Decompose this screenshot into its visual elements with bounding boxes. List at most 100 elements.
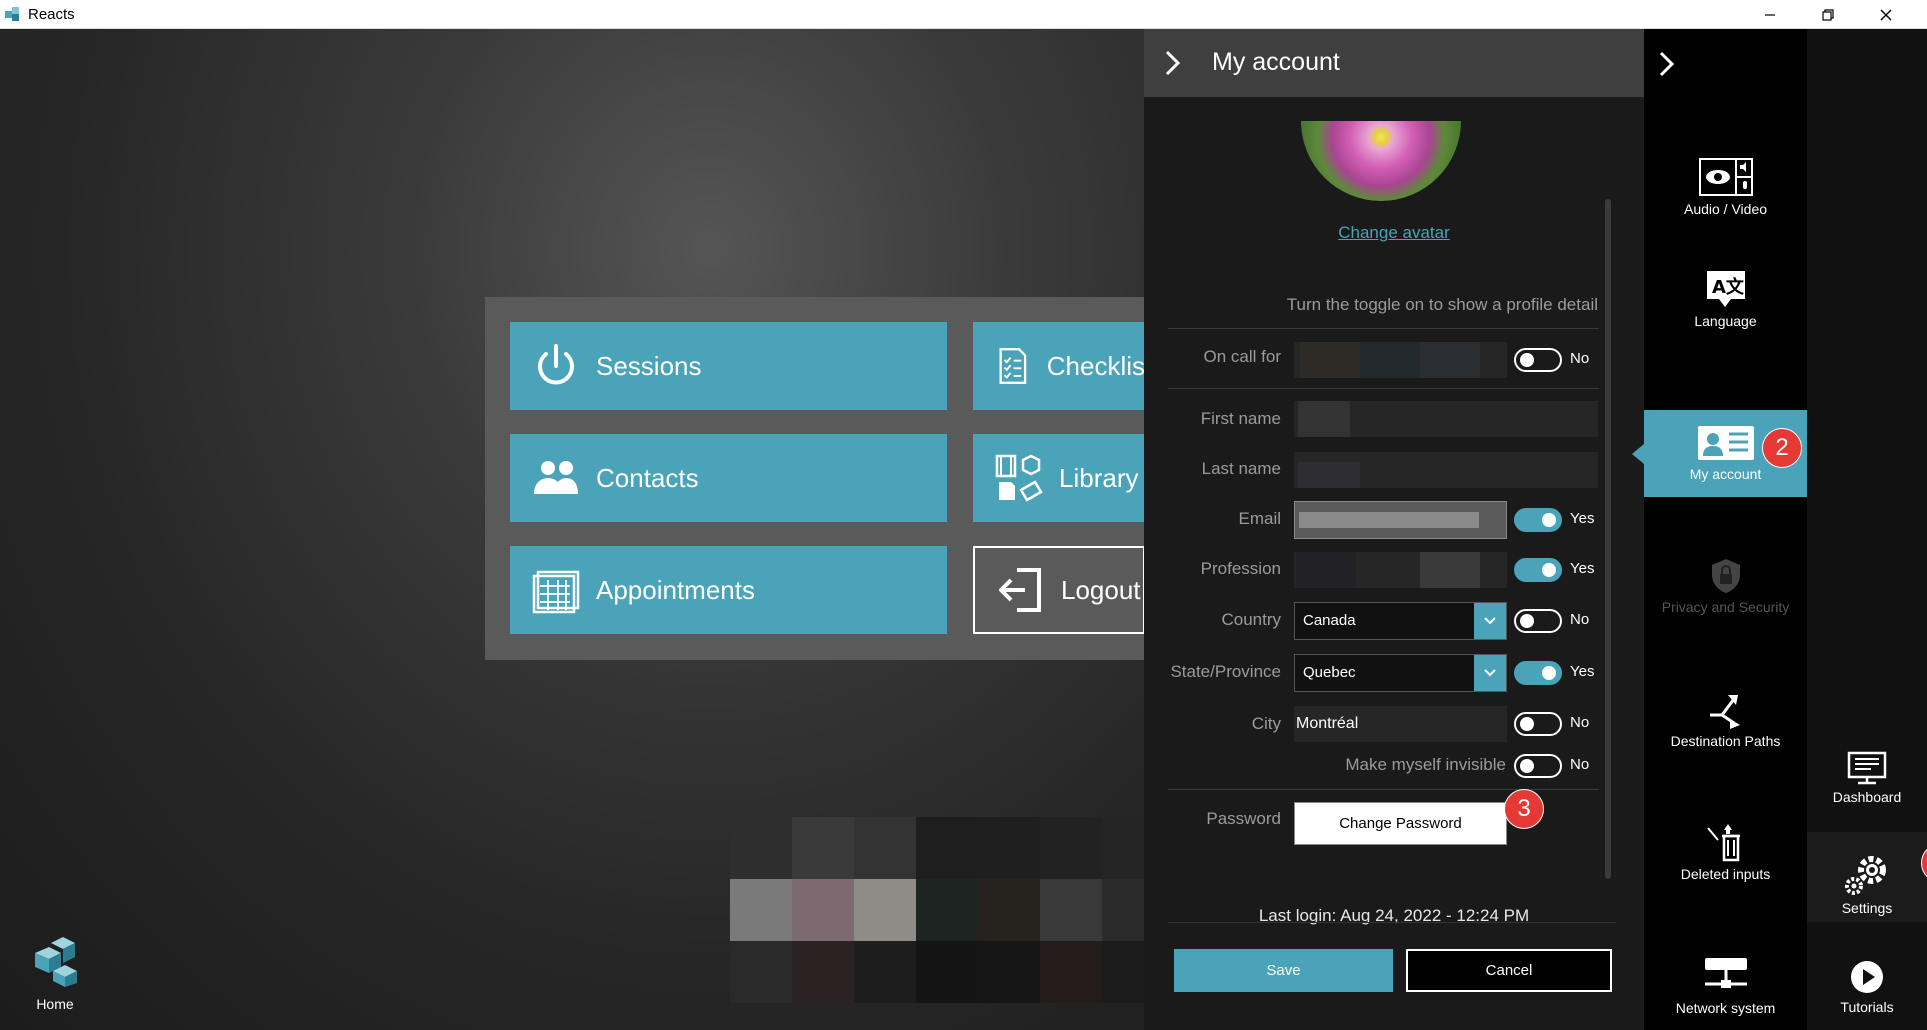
city-toggle[interactable] (1514, 712, 1562, 736)
divider (1168, 789, 1599, 790)
step-badge-3: 3 (1504, 789, 1544, 829)
country-select[interactable]: Canada (1294, 602, 1507, 640)
settings-item-label: Network system (1675, 1000, 1776, 1016)
state-label: State/Province (1170, 662, 1281, 681)
power-icon (538, 344, 574, 385)
monitor-icon (1847, 751, 1887, 785)
nav-label: Dashboard (1832, 789, 1902, 805)
avatar (1301, 121, 1461, 201)
invisible-toggle-state: No (1570, 756, 1590, 773)
cancel-button[interactable]: Cancel (1406, 949, 1612, 992)
checklist-icon (999, 348, 1027, 384)
profession-toggle-state: Yes (1570, 560, 1595, 577)
app-title: Reacts (28, 6, 75, 23)
city-label: City (1251, 714, 1281, 733)
active-pointer-icon (1632, 444, 1644, 464)
svg-text:A文: A文 (1712, 276, 1745, 298)
email-field[interactable] (1294, 501, 1507, 539)
settings-item-deleted-inputs[interactable]: Deleted inputs (1644, 822, 1807, 902)
state-select[interactable]: Quebec (1294, 654, 1507, 692)
country-toggle[interactable] (1514, 609, 1562, 633)
divider (1168, 388, 1599, 389)
shield-lock-icon (1711, 559, 1740, 593)
home-button[interactable]: Home (20, 935, 90, 1015)
tile-contacts[interactable]: Contacts (510, 434, 947, 522)
settings-item-language[interactable]: A文 Language (1644, 269, 1807, 349)
tile-label: Sessions (596, 350, 702, 381)
restore-button[interactable] (1799, 0, 1857, 29)
video-preview-blurred (730, 817, 1184, 1003)
last-name-field[interactable] (1294, 452, 1598, 488)
gear-icon (1845, 856, 1886, 895)
settings-item-audio-video[interactable]: Audio / Video (1644, 157, 1807, 237)
tile-label: Contacts (596, 462, 699, 493)
tile-label: Checklis (1046, 350, 1145, 381)
settings-item-label: Language (1694, 313, 1757, 329)
settings-item-privacy: Privacy and Security (1644, 557, 1807, 637)
change-avatar-link[interactable]: Change avatar (1144, 223, 1644, 243)
close-icon (1880, 9, 1892, 20)
panel-scrollbar[interactable] (1605, 199, 1611, 879)
nav-settings[interactable]: Settings (1807, 832, 1927, 922)
settings-item-label: Privacy and Security (1661, 599, 1790, 615)
chevron-right-icon[interactable] (1656, 49, 1678, 79)
on-call-for-toggle-state: No (1570, 350, 1590, 367)
chevron-down-icon[interactable] (1474, 603, 1506, 639)
state-toggle[interactable] (1514, 661, 1562, 685)
my-account-panel: My account Change avatar Turn the toggle… (1144, 29, 1644, 1030)
nav-label: Tutorials (1840, 999, 1894, 1015)
save-button[interactable]: Save (1174, 949, 1393, 992)
settings-item-label: My account (1689, 466, 1762, 482)
nav-dashboard[interactable]: Dashboard (1807, 749, 1927, 829)
tile-library[interactable]: Library (973, 434, 1145, 522)
minimize-icon (1765, 13, 1775, 16)
dashboard-tiles: Sessions Checklis Contacts Library Appoi… (485, 297, 1145, 660)
chevron-right-icon[interactable] (1162, 48, 1184, 78)
settings-item-destination-paths[interactable]: Destination Paths (1644, 689, 1807, 769)
settings-item-network-system[interactable]: Network system (1644, 956, 1807, 1030)
close-button[interactable] (1857, 0, 1915, 29)
play-icon (1851, 961, 1883, 993)
step-badge-2: 2 (1762, 428, 1802, 468)
email-toggle[interactable] (1514, 508, 1562, 532)
audio-video-icon (1698, 158, 1753, 196)
logout-icon (999, 568, 1041, 612)
change-password-button[interactable]: Change Password (1294, 802, 1507, 845)
country-label: Country (1221, 610, 1281, 629)
id-card-icon (1697, 426, 1754, 460)
tile-logout[interactable]: Logout (973, 546, 1145, 634)
state-toggle-state: Yes (1570, 663, 1595, 680)
tile-appointments[interactable]: Appointments (510, 546, 947, 634)
settings-item-label: Deleted inputs (1680, 866, 1771, 882)
country-toggle-state: No (1570, 611, 1590, 628)
on-call-for-field[interactable] (1294, 342, 1507, 378)
home-label: Home (36, 996, 74, 1012)
profession-toggle[interactable] (1514, 558, 1562, 582)
tile-sessions[interactable]: Sessions (510, 322, 947, 410)
split-arrow-icon (1709, 695, 1740, 729)
profession-field[interactable] (1294, 552, 1507, 588)
city-toggle-state: No (1570, 714, 1590, 731)
on-call-for-toggle[interactable] (1514, 348, 1562, 372)
settings-item-label: Audio / Video (1683, 201, 1768, 217)
library-icon (995, 454, 1043, 502)
nav-tutorials[interactable]: Tutorials (1807, 949, 1927, 1029)
profession-label: Profession (1200, 559, 1281, 578)
language-icon: A文 (1706, 271, 1745, 307)
settings-item-label: Destination Paths (1670, 733, 1781, 749)
tile-checklist[interactable]: Checklis (973, 322, 1145, 410)
first-name-field[interactable] (1294, 401, 1598, 437)
first-name-label: First name (1200, 409, 1281, 428)
panel-header: My account (1144, 29, 1644, 97)
chevron-down-icon[interactable] (1474, 655, 1506, 691)
contacts-icon (534, 461, 578, 494)
tile-label: Logout (1061, 574, 1141, 605)
divider (1168, 922, 1616, 923)
tile-label: Appointments (596, 574, 755, 605)
invisible-toggle[interactable] (1514, 754, 1562, 778)
network-icon (1704, 958, 1747, 988)
main-nav: Dashboard Settings Tutorials (1807, 29, 1927, 1030)
minimize-button[interactable] (1741, 0, 1799, 29)
settings-menu: Audio / Video A文 Language My account Pri… (1632, 29, 1807, 1030)
country-value: Canada (1303, 612, 1356, 629)
